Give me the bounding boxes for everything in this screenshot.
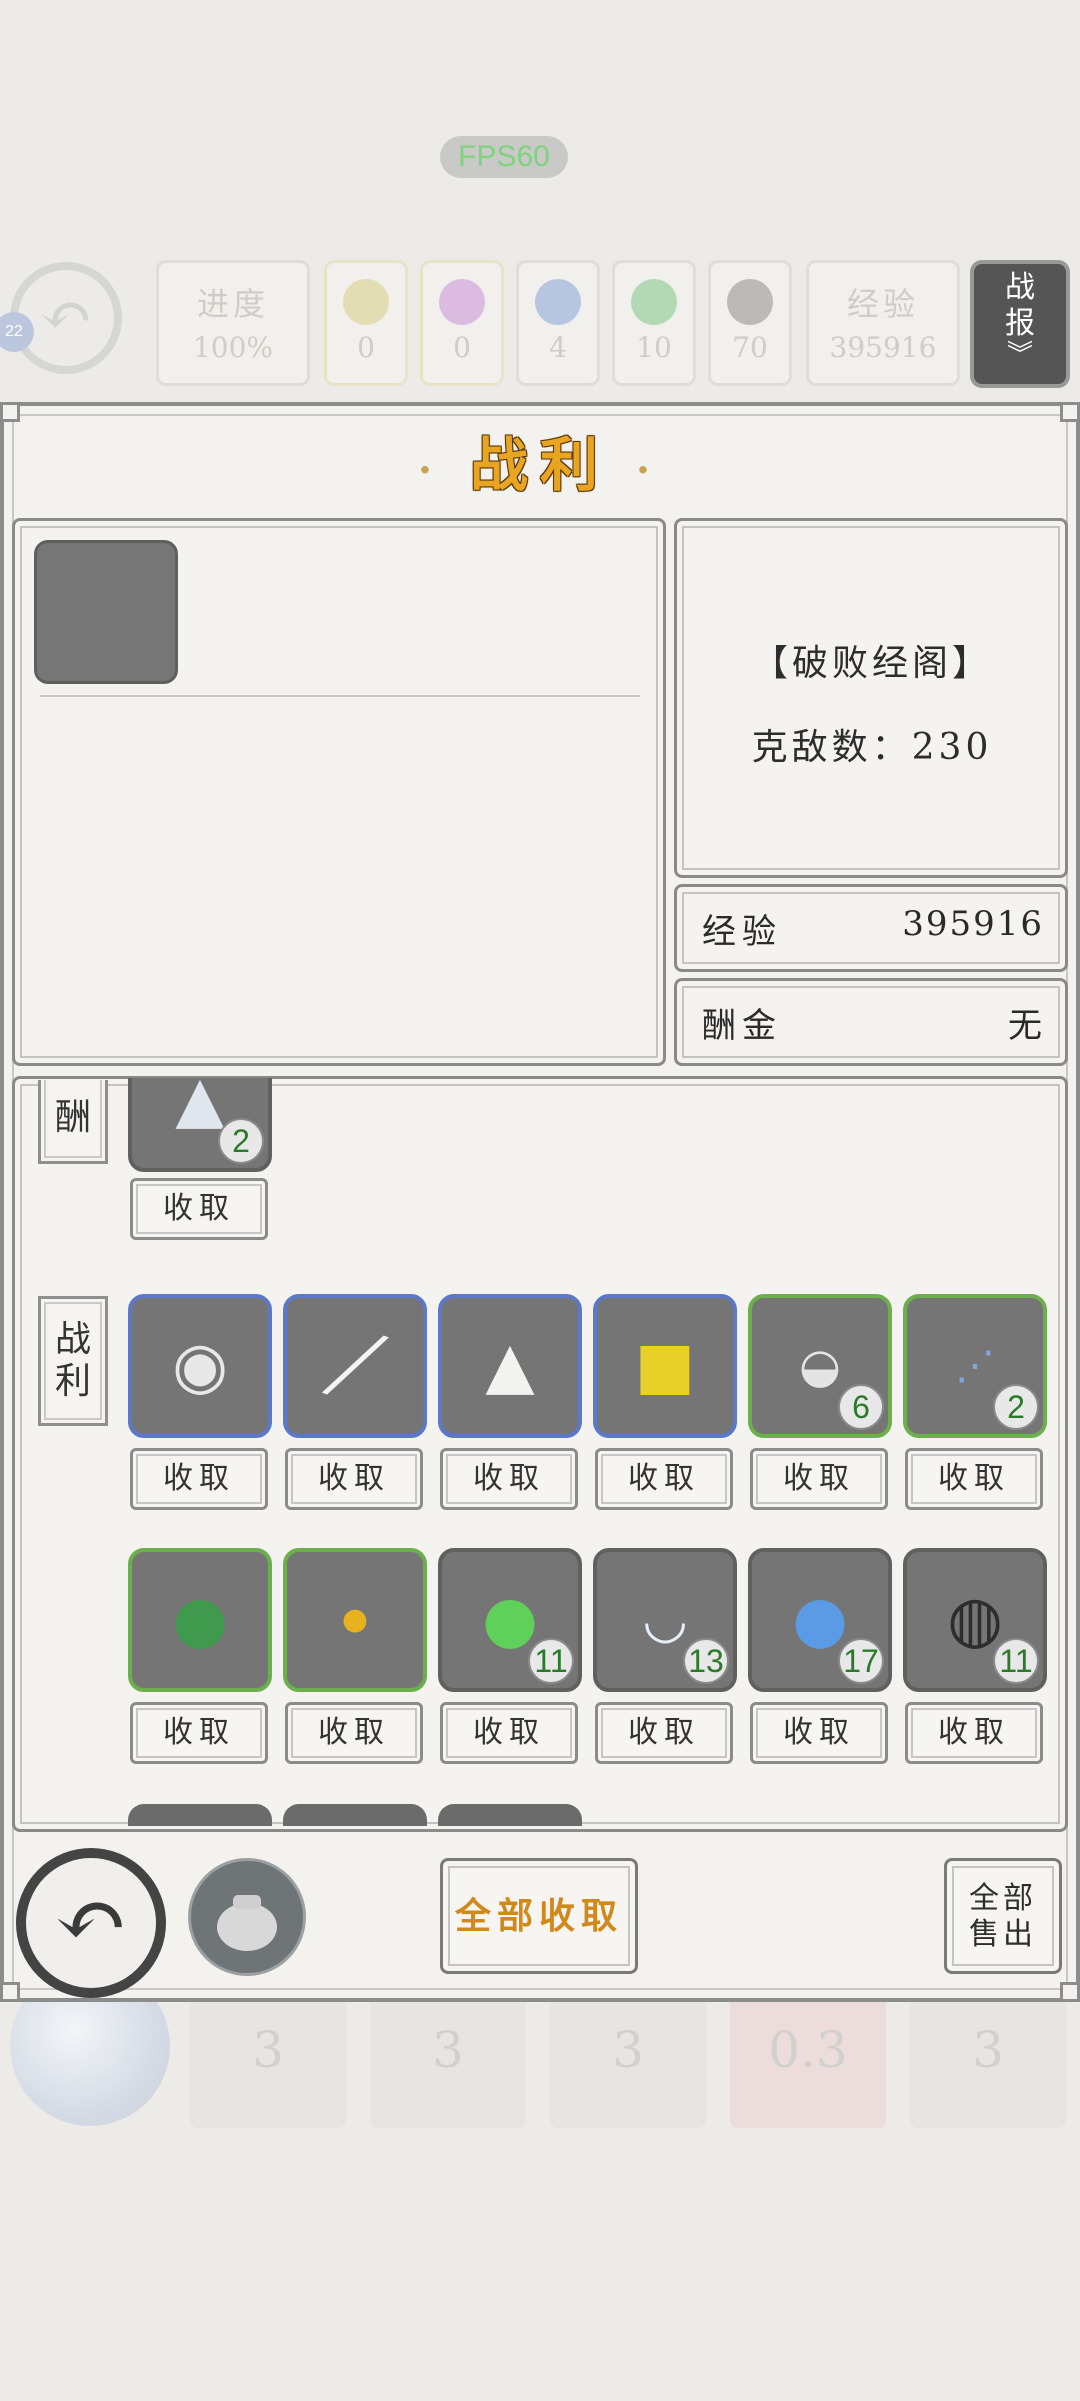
reward-label: 酬金: [702, 1006, 782, 1046]
gray-potion-icon: [727, 279, 773, 325]
collect-button[interactable]: 收取: [750, 1448, 888, 1510]
empty-item-slot: [34, 540, 178, 684]
modal-title: · 战利 ·: [0, 418, 1080, 502]
title-text: 战利: [469, 431, 610, 499]
back-button[interactable]: ↶: [16, 1848, 166, 1998]
collect-button[interactable]: 收取: [440, 1448, 578, 1510]
bag-icon: [217, 1895, 277, 1951]
item-count: 11: [528, 1638, 574, 1684]
collect-button[interactable]: 收取: [130, 1702, 268, 1764]
reward-value: 无: [1008, 1006, 1044, 1046]
collect-button[interactable]: 收取: [750, 1702, 888, 1764]
progress-label: 进度: [196, 285, 269, 323]
collect-button[interactable]: 收取: [440, 1702, 578, 1764]
gold-brick-icon: ■: [634, 1329, 696, 1403]
gray-potion-count: 70: [732, 331, 768, 364]
green-potion-icon: [631, 279, 677, 325]
item-count: 6: [838, 1384, 884, 1430]
spoils-tag-top: 战: [54, 1319, 91, 1360]
item-count: 13: [683, 1638, 729, 1684]
collect-button[interactable]: 收取: [285, 1448, 423, 1510]
collect-button[interactable]: 收取: [905, 1702, 1043, 1764]
blue-potion-stat: 4: [516, 260, 600, 386]
loot-item[interactable]: ● 17: [748, 1548, 892, 1692]
back-arrow-icon: ↶: [54, 1868, 128, 1971]
collect-button[interactable]: 收取: [130, 1178, 268, 1240]
loot-item[interactable]: ◍ 11: [903, 1548, 1047, 1692]
gold-pill-icon: ●: [341, 1602, 369, 1637]
silver-ingots-icon: ◉: [172, 1329, 228, 1403]
green-potion-count: 10: [636, 331, 672, 364]
blue-potion-icon: [535, 279, 581, 325]
bag-button[interactable]: [188, 1858, 306, 1976]
green-jar-icon: ●: [172, 1583, 228, 1657]
loot-item-partial[interactable]: [283, 1804, 427, 1826]
loot-item[interactable]: ●: [283, 1548, 427, 1692]
exp-label: 经验: [702, 912, 782, 952]
loot-item-partial[interactable]: [128, 1804, 272, 1826]
chevron-down-icon: ︾: [1006, 340, 1033, 370]
stage-info-panel: [674, 518, 1068, 878]
loot-item[interactable]: ◉: [128, 1294, 272, 1438]
spoils-section-tag: 战 利: [38, 1296, 108, 1426]
collect-button[interactable]: 收取: [130, 1448, 268, 1510]
purple-potion-stat: 0: [420, 260, 504, 386]
gray-potion-stat: 70: [708, 260, 792, 386]
title-dot: ·: [636, 446, 662, 494]
yellow-potion-stat: 0: [324, 260, 408, 386]
title-dot: ·: [418, 446, 444, 494]
purple-potion-count: 0: [453, 331, 471, 364]
loot-item[interactable]: ■: [593, 1294, 737, 1438]
item-count: 11: [993, 1638, 1039, 1684]
loot-item[interactable]: ▲: [438, 1294, 582, 1438]
sell-all-line2: 售出: [969, 1917, 1037, 1952]
loot-item[interactable]: ●: [128, 1548, 272, 1692]
collect-button[interactable]: 收取: [285, 1702, 423, 1764]
loot-item[interactable]: ◒ 6: [748, 1294, 892, 1438]
salt-dish-icon: ▲: [485, 1329, 535, 1403]
stage-name: 【破败经阁】: [751, 643, 992, 684]
yellow-potion-count: 0: [357, 331, 375, 364]
exp-value: 395916: [902, 904, 1044, 944]
battle-report-button[interactable]: 战 报 ︾: [970, 260, 1070, 388]
progress-value: 100%: [192, 331, 274, 364]
fps-counter: FPS60: [440, 136, 568, 178]
sell-all-button[interactable]: 全部 售出: [944, 1858, 1062, 1974]
yellow-potion-icon: [343, 279, 389, 325]
blue-potion-count: 4: [549, 331, 567, 364]
green-potion-stat: 10: [612, 260, 696, 386]
item-count: 2: [993, 1384, 1039, 1430]
item-count: 17: [838, 1638, 884, 1684]
exp-stat-value: 395916: [829, 331, 937, 364]
exp-stat-label: 经验: [846, 285, 919, 323]
collect-button[interactable]: 收取: [905, 1448, 1043, 1510]
purple-potion-icon: [439, 279, 485, 325]
collect-button[interactable]: 收取: [595, 1702, 733, 1764]
collect-button[interactable]: 收取: [595, 1448, 733, 1510]
reward-tag-text: 酬: [54, 1097, 91, 1138]
report-label-bottom: 报: [1005, 306, 1035, 341]
progress-stat: 进度 100%: [156, 260, 310, 386]
loot-item[interactable]: ⋰ 2: [903, 1294, 1047, 1438]
loot-item-partial[interactable]: [438, 1804, 582, 1826]
corner-ornament: [1060, 1982, 1080, 2002]
loot-item[interactable]: ◡ 13: [593, 1548, 737, 1692]
report-label-top: 战: [1005, 270, 1035, 305]
item-count: 2: [218, 1118, 264, 1164]
corner-ornament: [0, 1982, 20, 2002]
loot-item[interactable]: ● 11: [438, 1548, 582, 1692]
kill-count: 克敌数：230: [751, 727, 993, 768]
loot-item[interactable]: ╱: [283, 1294, 427, 1438]
spoils-tag-bottom: 利: [54, 1361, 91, 1402]
exp-stat: 经验 395916: [806, 260, 960, 386]
sell-all-line1: 全部: [969, 1881, 1037, 1916]
saber-icon: ╱: [324, 1324, 386, 1408]
collect-all-button[interactable]: 全部收取: [440, 1858, 638, 1974]
divider: [40, 695, 640, 697]
